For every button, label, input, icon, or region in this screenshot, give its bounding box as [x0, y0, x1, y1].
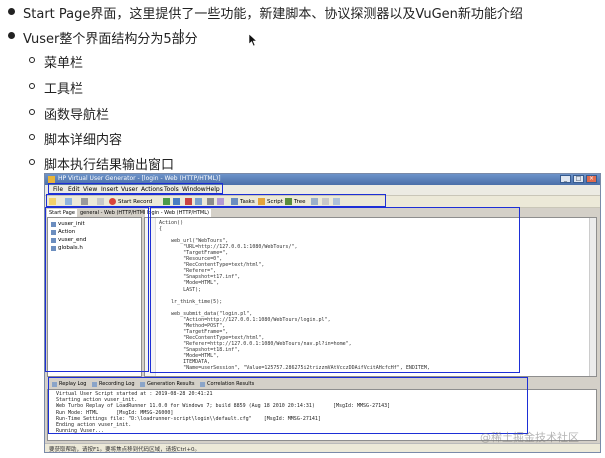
sub-item-output-window: 脚本执行结果输出窗口 — [44, 158, 175, 173]
sub-bullet-circle — [29, 83, 35, 89]
sub-item-script-detail: 脚本详细内容 — [44, 133, 123, 148]
bullet-dot — [8, 32, 15, 39]
highlight-output-window — [48, 377, 528, 434]
status-text: 要获取帮助，请按F1。要将焦点移到代码区域，请按Ctrl+0。 — [49, 447, 201, 453]
minimize-button[interactable]: _ — [560, 175, 571, 183]
text-cursor — [180, 29, 181, 44]
window-title: HP Virtual User Generator - [login - Web… — [58, 175, 221, 182]
app-icon — [48, 176, 55, 183]
maximize-button[interactable]: □ — [573, 175, 584, 183]
watermark: @稀土掘金技术社区 — [480, 431, 579, 444]
bullet-dot — [8, 8, 15, 15]
sub-item-function-nav: 函数导航栏 — [44, 108, 110, 123]
sub-item-menubar: 菜单栏 — [44, 56, 84, 71]
highlight-script-content — [150, 207, 520, 373]
close-button[interactable]: × — [586, 175, 597, 183]
sub-bullet-circle — [29, 134, 35, 140]
bullet-vuser-structure: Vuser整个界面结构分为5部分 — [23, 32, 198, 47]
sub-item-toolbar: 工具栏 — [44, 82, 84, 97]
sub-bullet-circle — [29, 109, 35, 115]
highlight-function-nav — [45, 207, 149, 372]
editor-scrollbar[interactable] — [589, 218, 596, 376]
mouse-pointer-icon — [249, 34, 258, 47]
bullet-start-page: Start Page界面，这里提供了一些功能，新建脚本、协议探测器以及VuGen… — [23, 7, 523, 22]
highlight-menubar — [48, 183, 223, 194]
highlight-toolbar — [46, 194, 386, 207]
sub-bullet-circle — [29, 159, 35, 165]
slide-bullets: Start Page界面，这里提供了一些功能，新建脚本、协议探测器以及VuGen… — [0, 0, 605, 173]
sub-bullet-circle — [29, 57, 35, 63]
